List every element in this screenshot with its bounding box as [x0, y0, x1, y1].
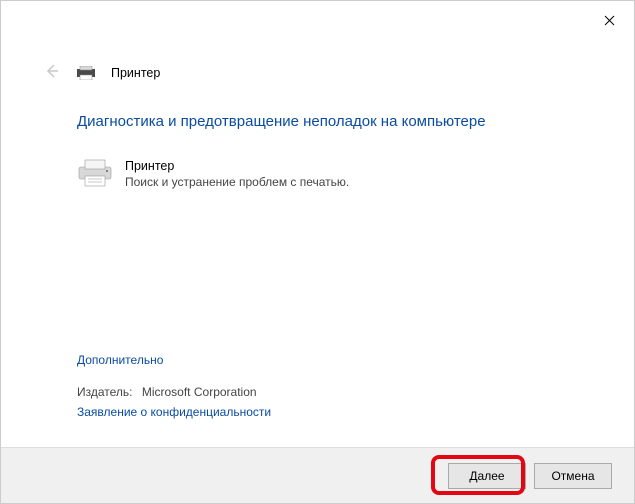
header-row: Принтер	[41, 61, 160, 84]
header-title: Принтер	[111, 66, 160, 80]
advanced-link[interactable]: Дополнительно	[77, 353, 163, 367]
publisher-value: Microsoft Corporation	[142, 385, 257, 399]
troubleshooter-description: Поиск и устранение проблем с печатью.	[125, 175, 349, 189]
close-icon	[604, 15, 615, 26]
footer: Далее Отмена	[1, 447, 634, 503]
troubleshooter-item: Принтер Поиск и устранение проблем с печ…	[77, 159, 349, 189]
page-heading: Диагностика и предотвращение неполадок н…	[77, 113, 486, 130]
next-button[interactable]: Далее	[448, 463, 526, 489]
troubleshooter-text: Принтер Поиск и устранение проблем с печ…	[125, 159, 349, 189]
publisher-label: Издатель:	[77, 385, 133, 399]
cancel-button[interactable]: Отмена	[534, 463, 612, 489]
troubleshooter-title: Принтер	[125, 159, 349, 173]
troubleshooter-window: Принтер Диагностика и предотвращение неп…	[0, 0, 635, 504]
back-arrow-icon	[41, 61, 61, 84]
close-button[interactable]	[586, 5, 632, 35]
printer-icon	[77, 159, 113, 187]
privacy-link[interactable]: Заявление о конфиденциальности	[77, 405, 271, 419]
publisher-row: Издатель: Microsoft Corporation	[77, 385, 257, 399]
printer-header-icon	[77, 66, 95, 80]
titlebar	[1, 1, 634, 35]
